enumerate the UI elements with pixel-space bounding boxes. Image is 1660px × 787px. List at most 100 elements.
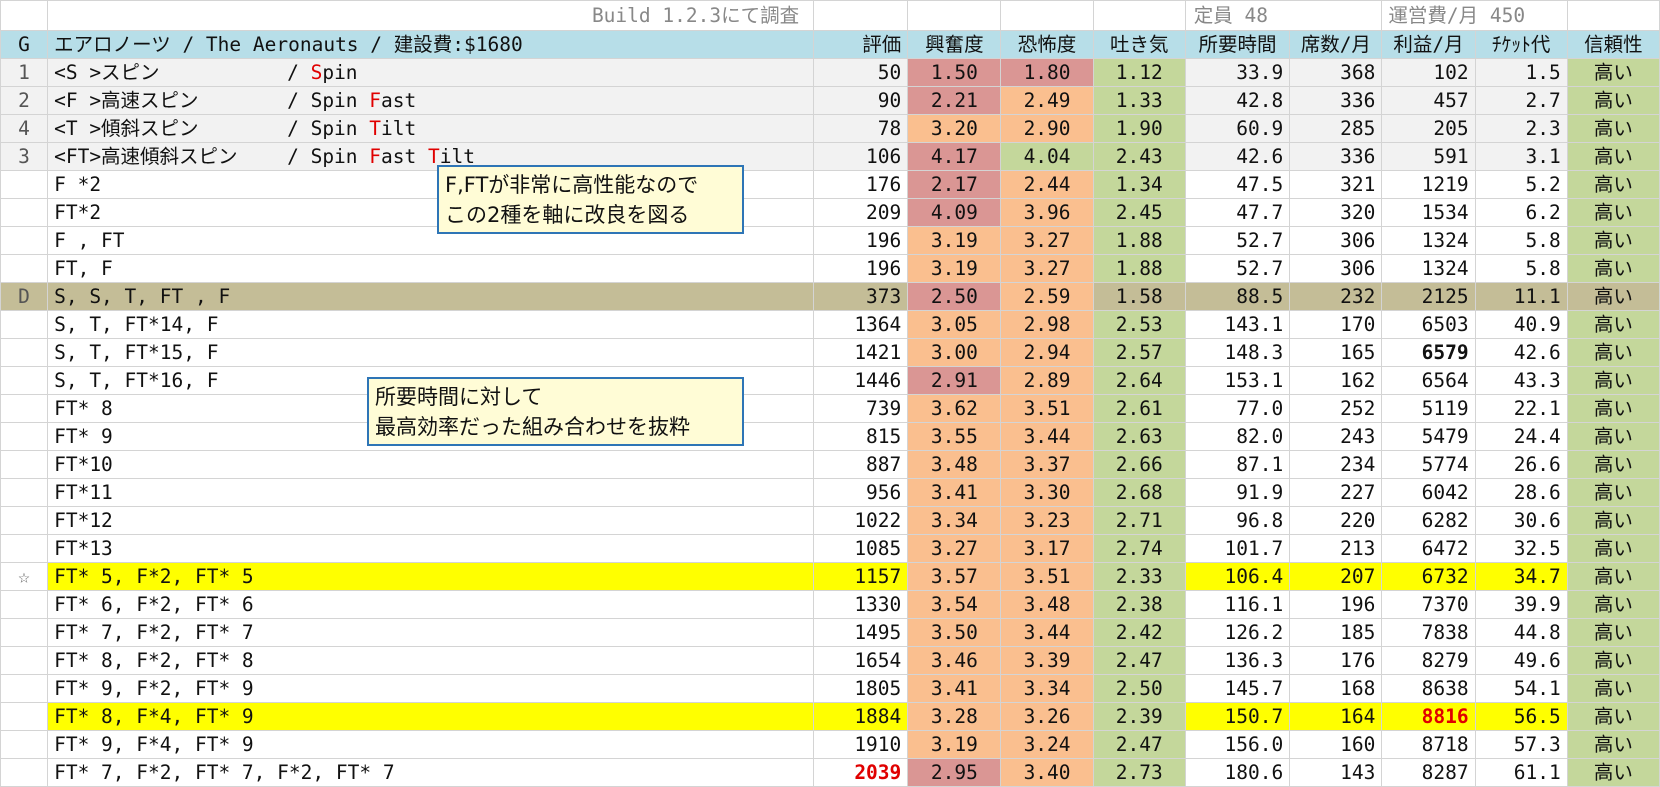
cell-seats[interactable]: 368: [1289, 58, 1383, 87]
cell-nausea[interactable]: 2.73: [1092, 758, 1186, 787]
cell-excitement[interactable]: 4.17: [907, 142, 1002, 171]
cell-rating[interactable]: 1157: [813, 562, 909, 591]
cell-profit[interactable]: 8279: [1381, 646, 1476, 675]
cell-ticket[interactable]: 6.2: [1474, 198, 1568, 227]
cell-g[interactable]: [0, 702, 49, 731]
cell-profit[interactable]: 8816: [1381, 702, 1476, 731]
cell-excitement[interactable]: 2.91: [907, 366, 1002, 395]
cell-ticket[interactable]: 2.3: [1474, 114, 1568, 143]
cell-excitement[interactable]: 3.46: [907, 646, 1002, 675]
cell-ticket[interactable]: 2.7: [1474, 86, 1568, 115]
cell-excitement[interactable]: 2.17: [907, 170, 1002, 199]
cell-fear[interactable]: 2.94: [1000, 338, 1094, 367]
cell-profit[interactable]: 6579: [1381, 338, 1476, 367]
cell-seats[interactable]: 321: [1289, 170, 1383, 199]
cell[interactable]: [1566, 0, 1660, 31]
cell-time[interactable]: 96.8: [1184, 506, 1291, 535]
cell-nausea[interactable]: 2.47: [1092, 730, 1186, 759]
cell-rating[interactable]: 106: [813, 142, 909, 171]
cell-seats[interactable]: 306: [1289, 226, 1383, 255]
cell-fear[interactable]: 3.39: [1000, 646, 1094, 675]
cell-fear[interactable]: 2.98: [1000, 310, 1094, 339]
cell-label[interactable]: FT* 9, F*2, FT* 9: [47, 674, 815, 703]
cell-profit[interactable]: 1534: [1381, 198, 1476, 227]
cell-fear[interactable]: 3.51: [1000, 394, 1094, 423]
cell-ticket[interactable]: 32.5: [1474, 534, 1568, 563]
cell-nausea[interactable]: 1.58: [1092, 282, 1186, 311]
cell-profit[interactable]: 5119: [1381, 394, 1476, 423]
cell-time[interactable]: 106.4: [1184, 562, 1291, 591]
cell-fear[interactable]: 3.27: [1000, 254, 1094, 283]
cell[interactable]: [1000, 0, 1094, 31]
cell-ticket[interactable]: 54.1: [1474, 674, 1568, 703]
cell-g[interactable]: [0, 366, 49, 395]
cell-time[interactable]: 47.5: [1184, 170, 1291, 199]
cell-ticket[interactable]: 5.2: [1474, 170, 1568, 199]
cell-nausea[interactable]: 2.50: [1092, 674, 1186, 703]
cell-ticket[interactable]: 57.3: [1474, 730, 1568, 759]
cell-fear[interactable]: 2.49: [1000, 86, 1094, 115]
cell-fear[interactable]: 3.17: [1000, 534, 1094, 563]
cell-time[interactable]: 91.9: [1184, 478, 1291, 507]
cell-profit[interactable]: 6042: [1381, 478, 1476, 507]
cell-fear[interactable]: 3.51: [1000, 562, 1094, 591]
cell-ticket[interactable]: 22.1: [1474, 394, 1568, 423]
cell-ticket[interactable]: 40.9: [1474, 310, 1568, 339]
cell-label[interactable]: <F >高速スピン / Spin Fast: [47, 86, 815, 115]
cell-reliability[interactable]: 高い: [1566, 534, 1660, 563]
cell-fear[interactable]: 2.44: [1000, 170, 1094, 199]
cell-reliability[interactable]: 高い: [1566, 338, 1660, 367]
cell-rating[interactable]: 1805: [813, 674, 909, 703]
cell-seats[interactable]: 285: [1289, 114, 1383, 143]
cell-profit[interactable]: 8287: [1381, 758, 1476, 787]
cell-nausea[interactable]: 2.74: [1092, 534, 1186, 563]
cell-fear[interactable]: 3.48: [1000, 590, 1094, 619]
cell-ticket[interactable]: 43.3: [1474, 366, 1568, 395]
cell-profit[interactable]: 6503: [1381, 310, 1476, 339]
cell-g[interactable]: [0, 534, 49, 563]
cell-nausea[interactable]: 2.45: [1092, 198, 1186, 227]
cell-g[interactable]: [0, 590, 49, 619]
cell-excitement[interactable]: 2.95: [907, 758, 1002, 787]
cell-profit[interactable]: 102: [1381, 58, 1476, 87]
cell-nausea[interactable]: 1.88: [1092, 254, 1186, 283]
cell-g[interactable]: [0, 422, 49, 451]
cell-excitement[interactable]: 3.41: [907, 674, 1002, 703]
cell-g[interactable]: 2: [0, 86, 49, 115]
cell-label[interactable]: FT* 6, F*2, FT* 6: [47, 590, 815, 619]
cell-reliability[interactable]: 高い: [1566, 702, 1660, 731]
cell-time[interactable]: 136.3: [1184, 646, 1291, 675]
cell-time[interactable]: 42.8: [1184, 86, 1291, 115]
cell-seats[interactable]: 220: [1289, 506, 1383, 535]
cell-profit[interactable]: 7370: [1381, 590, 1476, 619]
cell-seats[interactable]: 227: [1289, 478, 1383, 507]
cell-excitement[interactable]: 3.19: [907, 226, 1002, 255]
cell-fear[interactable]: 2.59: [1000, 282, 1094, 311]
cell-excitement[interactable]: 3.27: [907, 534, 1002, 563]
cell-g[interactable]: [0, 394, 49, 423]
cell-time[interactable]: 101.7: [1184, 534, 1291, 563]
cell-nausea[interactable]: 1.90: [1092, 114, 1186, 143]
cell-profit[interactable]: 1219: [1381, 170, 1476, 199]
cell-time[interactable]: 42.6: [1184, 142, 1291, 171]
cell-reliability[interactable]: 高い: [1566, 198, 1660, 227]
cell-nausea[interactable]: 1.33: [1092, 86, 1186, 115]
header-rating[interactable]: 評価: [813, 30, 909, 59]
cell-ticket[interactable]: 39.9: [1474, 590, 1568, 619]
cell-nausea[interactable]: 2.68: [1092, 478, 1186, 507]
cell-profit[interactable]: 8638: [1381, 674, 1476, 703]
cell-label[interactable]: S, T, FT*15, F: [47, 338, 815, 367]
cell-excitement[interactable]: 3.62: [907, 394, 1002, 423]
cell-excitement[interactable]: 3.19: [907, 254, 1002, 283]
cell-ticket[interactable]: 30.6: [1474, 506, 1568, 535]
cell-seats[interactable]: 243: [1289, 422, 1383, 451]
build-note[interactable]: Build 1.2.3にて調査: [47, 0, 815, 31]
cell-seats[interactable]: 232: [1289, 282, 1383, 311]
cell-excitement[interactable]: 1.50: [907, 58, 1002, 87]
cell-profit[interactable]: 6564: [1381, 366, 1476, 395]
cell-excitement[interactable]: 3.05: [907, 310, 1002, 339]
cell-nausea[interactable]: 2.64: [1092, 366, 1186, 395]
cell-time[interactable]: 145.7: [1184, 674, 1291, 703]
cell-time[interactable]: 148.3: [1184, 338, 1291, 367]
cell-g[interactable]: [0, 730, 49, 759]
